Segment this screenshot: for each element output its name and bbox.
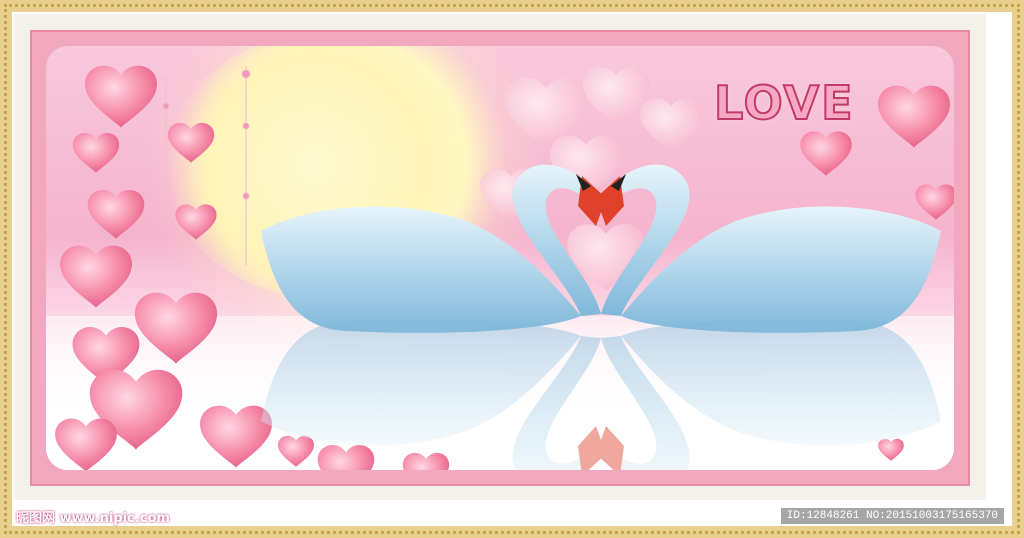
- heart-icon: [317, 444, 375, 470]
- heart-icon: [167, 122, 215, 163]
- heart-icon: [915, 184, 954, 220]
- heart-icon: [59, 245, 133, 308]
- love-lettering: LOVE: [713, 75, 855, 131]
- heart-icon: [877, 85, 951, 148]
- heart-icon: [134, 292, 218, 364]
- heart-icon: [640, 98, 702, 152]
- swan-figure-right: [596, 164, 941, 333]
- swan-artwork: LOVE: [46, 46, 954, 470]
- heart-icon: [402, 452, 450, 470]
- heart-icon: [800, 131, 852, 176]
- site-watermark: 昵图网 www.nipic.com: [16, 511, 170, 526]
- heart-icon: [84, 65, 158, 128]
- heart-icon: [878, 438, 904, 461]
- heart-icon: [55, 418, 117, 470]
- heart-icon: [72, 132, 120, 173]
- heart-icon: [87, 189, 145, 239]
- heart-icon: [277, 435, 315, 467]
- image-id-label: ID:12848261 NO:20151003175165370: [780, 508, 1004, 524]
- swan-figure-left: [261, 164, 606, 333]
- heart-icon: [175, 204, 217, 240]
- hanging-beads: [162, 66, 251, 266]
- heart-icon: [582, 67, 650, 125]
- heart-icon: [199, 405, 273, 468]
